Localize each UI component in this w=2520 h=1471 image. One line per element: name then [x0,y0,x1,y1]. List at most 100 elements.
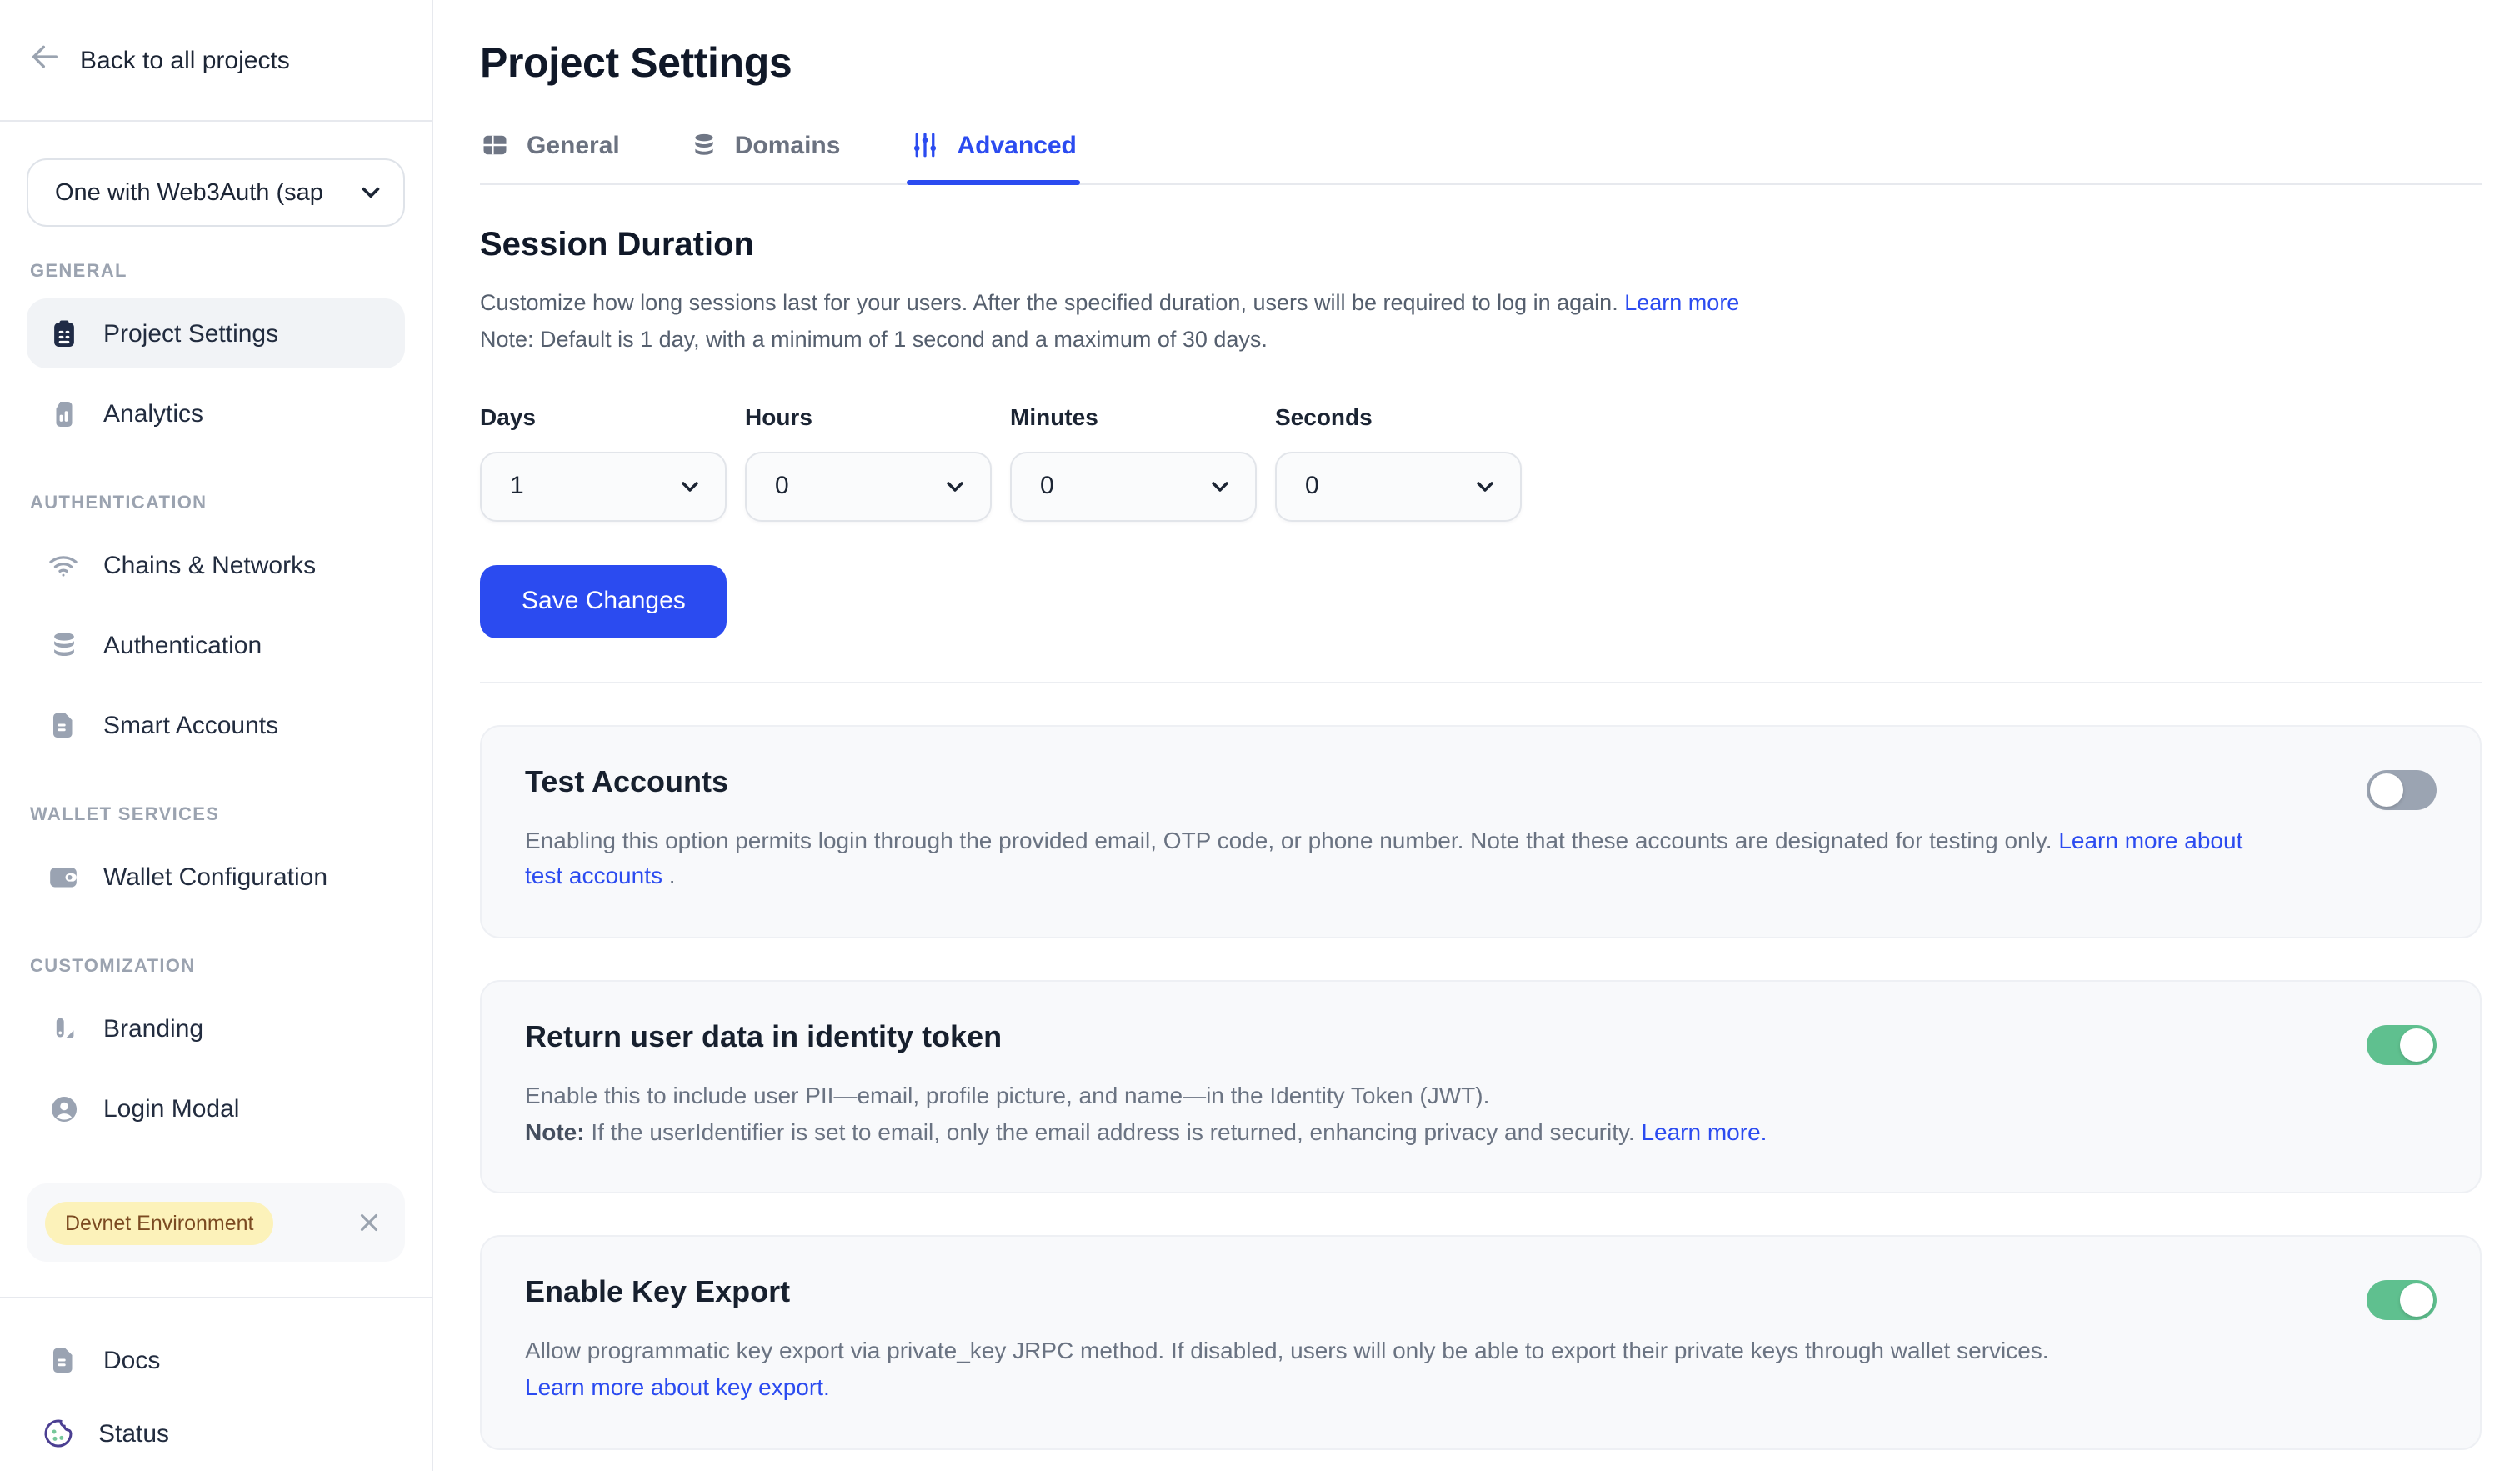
section-label-wallet-services: WALLET SERVICES [30,805,405,825]
tab-advanced[interactable]: Advanced [910,130,1076,183]
sidebar-item-label: Chains & Networks [103,551,316,579]
sidebar-item-label: Authentication [103,631,262,659]
sidebar-item-label: Wallet Configuration [103,863,328,891]
toggle-knob [2400,1028,2433,1062]
tab-label: Advanced [957,131,1076,159]
table-grid-icon [480,130,510,160]
tab-general[interactable]: General [480,130,620,183]
session-note: Note: Default is 1 day, with a minimum o… [480,327,1268,352]
sidebar-item-label: Login Modal [103,1094,239,1123]
user-circle-icon [47,1092,80,1125]
database-icon [47,628,80,662]
page-title: Project Settings [480,40,2482,88]
web3auth-dashboard: Back to all projects One with Web3Auth (… [0,0,2520,1471]
minutes-field: Minutes 0 [1010,403,1257,521]
tab-bar: General Domains Advanced [480,130,2482,185]
close-icon[interactable] [355,1208,383,1237]
tab-label: Domains [735,131,841,159]
test-accounts-toggle[interactable] [2367,769,2437,809]
sidebar-item-label: Branding [103,1014,203,1043]
main-content: Project Settings General Domains [433,0,2520,1471]
hours-select[interactable]: 0 [745,451,992,521]
key-export-toggle[interactable] [2367,1281,2437,1321]
project-selector-dropdown[interactable]: One with Web3Auth (sap [27,158,405,227]
sidebar-item-chains-networks[interactable]: Chains & Networks [27,530,405,600]
days-select[interactable]: 1 [480,451,727,521]
devnet-environment-badge: Devnet Environment [45,1201,274,1244]
card-title: Test Accounts [525,764,2437,799]
sidebar-item-label: Project Settings [103,319,278,348]
sidebar-item-label: Analytics [103,399,203,428]
card-desc-suffix: . [662,863,676,889]
key-export-card: Enable Key Export Allow programmatic key… [480,1236,2482,1450]
wallet-icon [47,860,80,893]
sidebar-footer: Docs Status [0,1297,432,1471]
identity-token-learn-more-link[interactable]: Learn more. [1641,1118,1767,1145]
database-icon [690,131,718,159]
sidebar-item-label: Docs [103,1346,160,1374]
days-field: Days 1 [480,403,727,521]
chevron-down-icon [357,178,385,207]
docs-file-icon [47,1343,80,1377]
chevron-down-icon [677,473,703,499]
section-divider [480,681,2482,683]
minutes-value: 0 [1040,472,1054,500]
sidebar-item-project-settings[interactable]: Project Settings [27,298,405,368]
card-title: Enable Key Export [525,1276,2437,1311]
tab-domains[interactable]: Domains [690,130,841,183]
hours-label: Hours [745,403,992,429]
status-cookie-icon [42,1417,75,1450]
toggle-knob [2370,773,2403,806]
minutes-label: Minutes [1010,403,1257,429]
tab-label: General [527,131,620,159]
back-label: Back to all projects [80,46,290,74]
identity-token-toggle[interactable] [2367,1025,2437,1065]
minutes-select[interactable]: 0 [1010,451,1257,521]
chevron-down-icon [1207,473,1233,499]
sidebar-item-branding[interactable]: Branding [27,993,405,1063]
seconds-value: 0 [1305,472,1319,500]
branding-palette-icon [47,1012,80,1045]
sidebar-item-docs[interactable]: Docs [27,1325,405,1395]
viewport: Back to all projects One with Web3Auth (… [0,0,2520,1471]
section-label-authentication: AUTHENTICATION [30,493,405,513]
hours-field: Hours 0 [745,403,992,521]
analytics-icon [47,397,80,430]
sidebar-body: One with Web3Auth (sap GENERAL Project S… [0,122,432,1297]
file-icon [47,708,80,742]
card-description: Allow programmatic key export via privat… [525,1334,2437,1407]
sidebar-item-smart-accounts[interactable]: Smart Accounts [27,690,405,760]
card-description: Enabling this option permits login throu… [525,823,2437,895]
card-desc-text: Enable this to include user PII—email, p… [525,1082,1489,1108]
sidebar-item-login-modal[interactable]: Login Modal [27,1073,405,1143]
sidebar-item-wallet-configuration[interactable]: Wallet Configuration [27,842,405,912]
hours-value: 0 [775,472,789,500]
clipboard-icon [47,317,80,350]
card-description: Enable this to include user PII—email, p… [525,1078,2437,1151]
section-label-customization: CUSTOMIZATION [30,957,405,977]
sidebar-item-analytics[interactable]: Analytics [27,378,405,448]
section-label-general: GENERAL [30,262,405,282]
identity-token-card: Return user data in identity token Enabl… [480,980,2482,1194]
session-duration-description: Customize how long sessions last for you… [480,285,2482,358]
sidebar-item-authentication[interactable]: Authentication [27,610,405,680]
wifi-icon [47,548,80,582]
devnet-environment-card: Devnet Environment [27,1183,405,1262]
chevron-down-icon [942,473,968,499]
days-label: Days [480,403,727,429]
save-changes-button[interactable]: Save Changes [480,564,728,638]
seconds-field: Seconds 0 [1275,403,1522,521]
key-export-learn-more-link[interactable]: Learn more about key export. [525,1373,830,1400]
seconds-select[interactable]: 0 [1275,451,1522,521]
duration-fields: Days 1 Hours 0 Minutes 0 [480,403,2482,521]
arrow-left-icon [28,39,62,81]
sidebar-item-status[interactable]: Status [27,1398,405,1468]
session-duration-title: Session Duration [480,227,2482,265]
session-learn-more-link[interactable]: Learn more [1624,290,1739,315]
days-value: 1 [510,472,524,500]
card-desc-text: Enabling this option permits login throu… [525,826,2058,853]
toggle-knob [2400,1284,2433,1318]
back-to-projects-link[interactable]: Back to all projects [0,0,432,122]
sidebar-item-label: Smart Accounts [103,711,278,739]
test-accounts-card: Test Accounts Enabling this option permi… [480,724,2482,938]
